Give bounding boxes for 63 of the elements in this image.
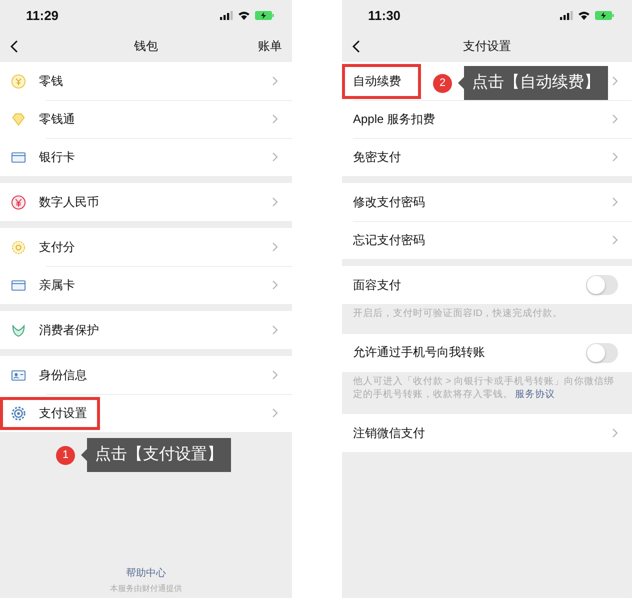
row-label: 允许通过手机号向我转账 <box>353 344 485 362</box>
chevron-icon <box>272 242 278 252</box>
row-label: 消费者保护 <box>39 322 99 338</box>
row-label: Apple 服务扣费 <box>353 110 436 128</box>
step-badge: 1 <box>56 446 75 464</box>
chevron-icon <box>272 197 278 207</box>
help-link[interactable]: 帮助中心 <box>126 566 166 580</box>
wifi-icon <box>578 10 590 20</box>
chevron-icon <box>612 152 618 162</box>
card-icon <box>11 278 26 292</box>
hint-text: 开启后，支付时可验证面容ID，快速完成付款。 <box>352 307 564 321</box>
row-label: 面容支付 <box>353 276 401 294</box>
gear-icon <box>11 406 26 420</box>
callout-label: 点击【支付设置】 <box>81 438 231 472</box>
coin-icon <box>11 74 26 88</box>
chevron-icon <box>272 76 278 86</box>
page-title: 钱包 <box>134 38 158 54</box>
row-label: 免密支付 <box>353 148 401 166</box>
id-card-icon <box>11 368 26 382</box>
back-icon[interactable] <box>10 40 18 52</box>
bill-link[interactable]: 账单 <box>258 38 282 54</box>
row-label: 修改支付密码 <box>353 194 425 210</box>
provider-note: 本服务由财付通提供 <box>110 583 182 594</box>
chevron-icon <box>272 114 278 124</box>
chevron-icon <box>612 428 618 438</box>
row-label: 亲属卡 <box>39 276 75 294</box>
row-label: 忘记支付密码 <box>353 232 425 248</box>
row-label: 零钱 <box>39 72 63 90</box>
chevron-icon <box>612 235 618 245</box>
step-badge: 2 <box>433 74 452 92</box>
card-icon <box>11 150 26 164</box>
toggle-switch[interactable] <box>586 342 618 363</box>
signal-icon <box>220 10 233 20</box>
page-title: 支付设置 <box>463 38 511 54</box>
callout-label: 点击【自动续费】 <box>458 66 608 100</box>
chevron-icon <box>612 76 618 86</box>
row-label: 身份信息 <box>39 366 87 384</box>
row-label: 注销微信支付 <box>353 424 425 442</box>
wifi-icon <box>238 10 250 20</box>
signal-icon <box>560 10 573 20</box>
row-label: 支付设置 <box>39 404 87 422</box>
clock-time: 11:29 <box>26 8 59 22</box>
chevron-icon <box>272 325 278 335</box>
chevron-icon <box>272 152 278 162</box>
row-label: 支付分 <box>39 238 75 256</box>
yuan-icon <box>11 194 26 210</box>
toggle-switch[interactable] <box>586 275 618 295</box>
agreement-link[interactable]: 服务协议 <box>515 388 555 400</box>
row-label: 零钱通 <box>39 110 75 128</box>
battery-icon <box>595 10 614 20</box>
chevron-icon <box>612 197 618 207</box>
clock-time: 11:30 <box>368 8 401 22</box>
chevron-icon <box>272 280 278 290</box>
chevron-icon <box>272 408 278 418</box>
battery-icon <box>255 10 274 20</box>
row-label: 自动续费 <box>353 72 401 90</box>
hint-text: 他人可进入「收付款 > 向银行卡或手机号转账」向你微信绑定的手机号转账，收款将存入零钱。 服务协议 <box>352 374 615 402</box>
chevron-icon <box>272 370 278 380</box>
row-label: 数字人民币 <box>39 194 99 210</box>
back-icon[interactable] <box>352 40 360 52</box>
row-label: 银行卡 <box>39 148 75 166</box>
diamond-icon <box>11 112 26 126</box>
chevron-icon <box>612 114 618 124</box>
